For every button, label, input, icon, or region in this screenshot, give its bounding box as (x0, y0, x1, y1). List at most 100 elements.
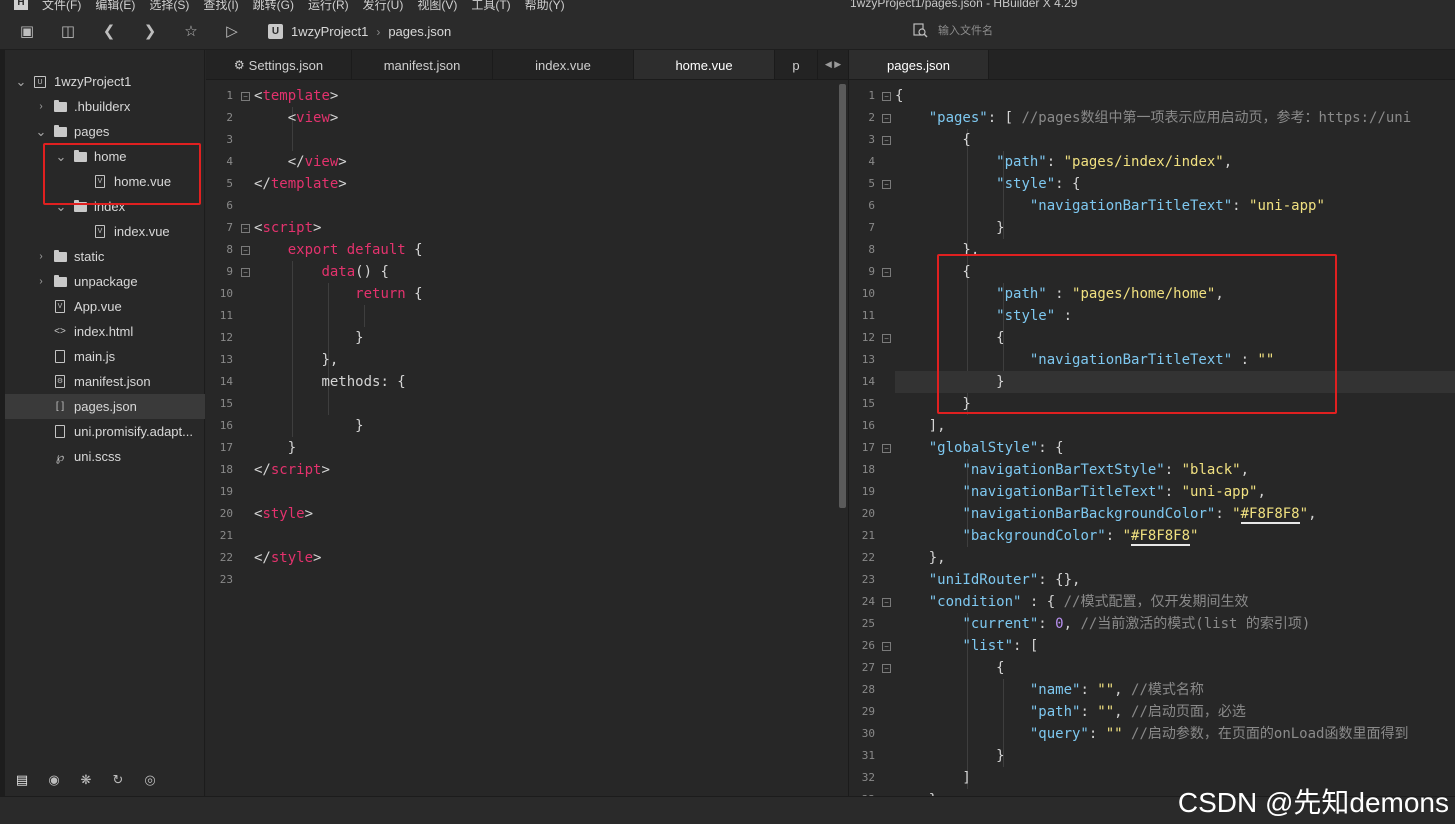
chevron-down-icon[interactable]: ⌄ (15, 75, 27, 88)
menu-item[interactable]: 文件(F) (42, 0, 81, 13)
tree-item-manifest-json[interactable]: ⚙ manifest.json (5, 369, 205, 394)
menu-item[interactable]: 帮助(Y) (525, 0, 565, 13)
menu-item[interactable]: 发行(U) (363, 0, 404, 13)
tree-item-pages-json[interactable]: [ ] pages.json (5, 394, 205, 419)
tree-item-index[interactable]: ⌄ index (5, 194, 205, 219)
code-token: //模式配置，仅开发期间生效 (1063, 594, 1249, 610)
tree-item-uni-scss[interactable]: ℘ uni.scss (5, 444, 205, 469)
run-icon[interactable]: ▷ (222, 22, 242, 42)
tree-item-index-vue[interactable]: Vindex.vue (5, 219, 205, 244)
tab-settings-json[interactable]: ⚙ Settings.json (206, 50, 352, 79)
fold-toggle-icon[interactable]: − (882, 334, 891, 343)
menu-item[interactable]: 选择(S) (149, 0, 189, 13)
code-token: : (1080, 682, 1098, 698)
browser-icon[interactable]: ◎ (141, 771, 159, 789)
fold-toggle-icon[interactable]: − (882, 114, 891, 123)
line-number: 7 (868, 221, 875, 234)
code-token: : (1232, 352, 1258, 368)
menu-item[interactable]: 运行(R) (308, 0, 349, 13)
star-icon[interactable]: ☆ (181, 22, 201, 42)
file-search[interactable]: 输入文件名 (912, 22, 993, 38)
tab-scroll-arrows-icon[interactable]: ◀ ▶ (818, 50, 848, 79)
fold-toggle-icon[interactable]: − (882, 598, 891, 607)
source-control-icon[interactable]: ↻ (109, 771, 127, 789)
tree-item-label: index (94, 199, 126, 214)
fold-toggle-icon[interactable]: − (241, 92, 250, 101)
fold-toggle-icon[interactable]: − (882, 642, 891, 651)
code-token: "navigationBarBackgroundColor" (962, 506, 1216, 522)
chevron-down-icon[interactable]: ⌄ (55, 200, 67, 213)
code-token: "backgroundColor" (962, 528, 1106, 544)
fold-toggle-icon[interactable]: − (241, 246, 250, 255)
fold-toggle-icon[interactable]: − (241, 268, 250, 277)
fold-toggle-icon[interactable]: − (882, 268, 891, 277)
code-token: </ (287, 154, 305, 170)
tree-item-unpackage[interactable]: › unpackage (5, 269, 205, 294)
chevron-down-icon[interactable]: ⌄ (55, 150, 67, 163)
plugin-icon[interactable]: ◉ (45, 771, 63, 789)
left-code-editor[interactable]: 1− <template> 2 <view> 3 4 </view> 5 </templat… (206, 80, 848, 796)
tree-item-uni-promisify-adapt-[interactable]: uni.promisify.adapt... (5, 419, 205, 444)
tree-item-1wzyproject1[interactable]: ⌄ U 1wzyProject1 (5, 69, 205, 94)
chevron-right-icon[interactable]: › (35, 101, 47, 112)
tree-item-index-html[interactable]: <> index.html (5, 319, 205, 344)
tab-p[interactable]: p (775, 50, 818, 79)
menu-item[interactable]: 跳转(G) (253, 0, 294, 13)
code-line: <template> (254, 85, 338, 107)
menu-item[interactable]: 编辑(E) (95, 0, 135, 13)
tree-item-home[interactable]: ⌄ home (5, 144, 205, 169)
project-manager-icon[interactable]: ▤ (13, 771, 31, 789)
line-number: 6 (868, 199, 875, 212)
fold-toggle-icon[interactable]: − (882, 664, 891, 673)
menu-item[interactable]: 查找(I) (203, 0, 238, 13)
left-editor-scrollbar[interactable] (839, 84, 846, 508)
menu-item[interactable]: 视图(V) (417, 0, 457, 13)
fold-toggle-icon[interactable]: − (241, 224, 250, 233)
line-number: 16 (861, 419, 875, 432)
tree-item-static[interactable]: › static (5, 244, 205, 269)
tree-item--hbuilderx[interactable]: › .hbuilderx (5, 94, 205, 119)
tree-item-pages[interactable]: ⌄ pages (5, 119, 205, 144)
code-token: "" (1097, 682, 1115, 698)
chevron-right-icon[interactable]: › (35, 276, 47, 287)
code-token: } (895, 396, 971, 412)
code-token: { (405, 242, 423, 258)
hbuilder-logo-icon: H (14, 0, 28, 10)
tab-home-vue[interactable]: home.vue (634, 50, 775, 79)
tree-item-label: unpackage (74, 274, 138, 289)
json-file-icon: [ ] (55, 401, 65, 412)
back-icon[interactable]: ❮ (99, 22, 119, 42)
tab-pages-json[interactable]: pages.json (849, 50, 989, 79)
tab-index-vue[interactable]: index.vue (493, 50, 634, 79)
code-token: { (895, 660, 1005, 676)
menu-item[interactable]: 工具(T) (471, 0, 510, 13)
breadcrumb: U 1wzyProject1 › pages.json (268, 24, 451, 39)
fold-toggle-icon[interactable]: − (882, 136, 891, 145)
tree-item-home-vue[interactable]: Vhome.vue (5, 169, 205, 194)
debug-icon[interactable]: ❋ (77, 771, 95, 789)
right-code-editor[interactable]: 1−{2− "pages": [ //pages数组中第一项表示应用启动页，参考… (849, 80, 1455, 796)
line-number: 5 (226, 177, 233, 190)
chevron-right-icon[interactable]: › (35, 251, 47, 262)
code-token: : [ (987, 110, 1022, 126)
code-line: { (895, 657, 1005, 679)
code-token: , (1215, 286, 1224, 302)
tab-manifest-json[interactable]: manifest.json (352, 50, 493, 79)
tree-item-main-js[interactable]: main.js (5, 344, 205, 369)
fold-toggle-icon[interactable]: − (882, 180, 891, 189)
new-file-icon[interactable]: ▣ (17, 22, 37, 42)
breadcrumb-project[interactable]: 1wzyProject1 (291, 24, 368, 39)
save-icon[interactable]: ◫ (58, 22, 78, 42)
project-badge: U (34, 75, 46, 88)
forward-icon[interactable]: ❯ (140, 22, 160, 42)
breadcrumb-file[interactable]: pages.json (388, 24, 451, 39)
code-token: "navigationBarTitleText" (1029, 352, 1233, 368)
chevron-down-icon[interactable]: ⌄ (35, 125, 47, 138)
fold-toggle-icon[interactable]: − (882, 444, 891, 453)
tree-item-app-vue[interactable]: V App.vue (5, 294, 205, 319)
fold-toggle-icon[interactable]: − (882, 92, 891, 101)
search-input[interactable]: 输入文件名 (938, 22, 993, 38)
